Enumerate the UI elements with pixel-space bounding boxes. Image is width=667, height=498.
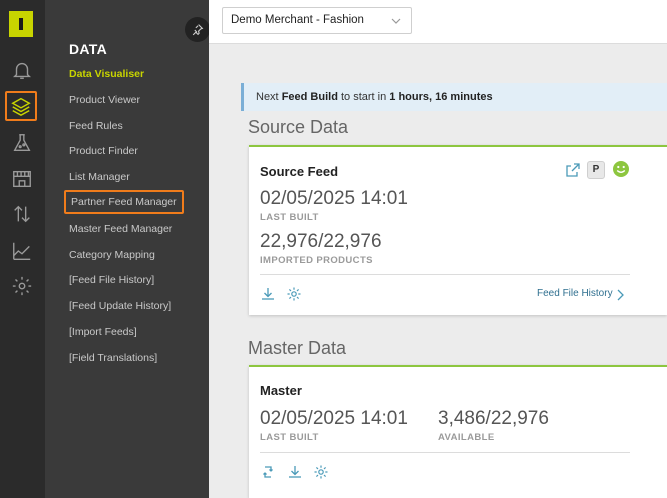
- smiley-icon: [612, 160, 630, 178]
- master-last-built-value: 02/05/2025 14:01: [260, 408, 408, 429]
- submenu-item-partner-feed-manager[interactable]: Partner Feed Manager: [64, 190, 184, 214]
- gear-icon[interactable]: [8, 273, 36, 299]
- master-available-label: AVAILABLE: [438, 432, 495, 443]
- submenu-item-feed-update-history[interactable]: [Feed Update History]: [69, 300, 171, 312]
- app-logo[interactable]: [9, 11, 33, 37]
- bell-icon[interactable]: [8, 57, 36, 83]
- source-imported-value: 22,976/22,976: [260, 231, 382, 252]
- master-available-value: 3,486/22,976: [438, 408, 549, 429]
- source-last-built-label: LAST BUILT: [260, 212, 319, 223]
- transfer-icon[interactable]: [8, 201, 36, 227]
- master-title: Master: [260, 383, 302, 398]
- source-card-divider: [260, 274, 630, 275]
- icon-rail: [0, 0, 45, 498]
- submenu-title: DATA: [69, 41, 108, 57]
- master-last-built-label: LAST BUILT: [260, 432, 319, 443]
- feed-file-history-link[interactable]: Feed File History: [537, 288, 613, 299]
- chevron-down-icon: [391, 18, 401, 24]
- merchant-select-value: Demo Merchant - Fashion: [231, 14, 364, 26]
- notice-text: Next Feed Build to start in 1 hours, 16 …: [256, 91, 493, 103]
- submenu-item-feed-file-history[interactable]: [Feed File History]: [69, 274, 154, 286]
- master-card: Master 02/05/2025 14:01 LAST BUILT 3,486…: [249, 365, 667, 498]
- submenu-item-feed-rules[interactable]: Feed Rules: [69, 120, 123, 132]
- master-data-title: Master Data: [248, 338, 347, 358]
- store-icon[interactable]: [8, 166, 36, 192]
- submenu-item-product-finder[interactable]: Product Finder: [69, 145, 138, 157]
- chevron-right-icon[interactable]: [615, 287, 625, 303]
- submenu-item-list-manager[interactable]: List Manager: [69, 171, 130, 183]
- feed-build-notice: Next Feed Build to start in 1 hours, 16 …: [241, 83, 667, 111]
- submenu-item-category-mapping[interactable]: Category Mapping: [69, 249, 155, 261]
- submenu-item-data-visualiser[interactable]: Data Visualiser: [69, 68, 144, 80]
- master-card-divider: [260, 452, 630, 453]
- settings-icon[interactable]: [286, 286, 302, 302]
- download-icon[interactable]: [260, 286, 276, 302]
- download-icon[interactable]: [287, 464, 303, 480]
- data-submenu: DATA Data Visualiser Product Viewer Feed…: [45, 0, 209, 498]
- top-bar: Demo Merchant - Fashion: [209, 0, 667, 44]
- submenu-item-field-translations[interactable]: [Field Translations]: [69, 352, 157, 364]
- merchant-select[interactable]: Demo Merchant - Fashion: [222, 7, 412, 34]
- source-feed-card: Source Feed P 02/05/2025 14:01 LAST BUIL…: [249, 145, 667, 315]
- flask-icon[interactable]: [8, 130, 36, 156]
- settings-icon[interactable]: [313, 464, 329, 480]
- source-last-built-value: 02/05/2025 14:01: [260, 188, 408, 209]
- submenu-item-master-feed-manager[interactable]: Master Feed Manager: [69, 223, 172, 235]
- pin-icon[interactable]: [185, 17, 210, 42]
- source-feed-title: Source Feed: [260, 164, 339, 179]
- source-data-title: Source Data: [248, 117, 349, 137]
- p-badge[interactable]: P: [587, 161, 605, 179]
- source-imported-label: IMPORTED PRODUCTS: [260, 255, 373, 266]
- layers-icon[interactable]: [5, 91, 37, 121]
- refresh-icon[interactable]: [260, 464, 276, 480]
- chart-icon[interactable]: [8, 238, 36, 264]
- submenu-item-import-feeds[interactable]: [Import Feeds]: [69, 326, 137, 338]
- external-link-icon[interactable]: [565, 162, 581, 178]
- submenu-item-product-viewer[interactable]: Product Viewer: [69, 94, 140, 106]
